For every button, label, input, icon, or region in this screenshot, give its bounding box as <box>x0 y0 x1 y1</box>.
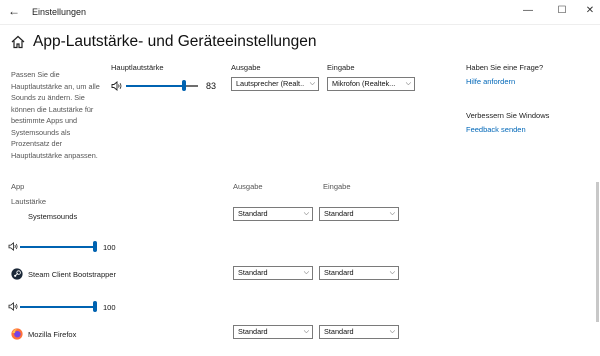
app-name-steam: Steam Client Bootstrapper <box>28 270 116 279</box>
input-device-label: Eingabe <box>327 63 355 72</box>
output-device-label: Ausgabe <box>231 63 261 72</box>
help-link[interactable]: Hilfe anfordern <box>466 76 515 87</box>
app-volume-fill <box>20 246 97 248</box>
chevron-down-icon: ⌵ <box>303 210 309 217</box>
steam-icon <box>11 268 23 280</box>
app-volume-fill <box>20 306 97 308</box>
minimize-icon[interactable]: — <box>518 3 538 19</box>
speaker-icon[interactable] <box>111 81 123 91</box>
scrollbar[interactable] <box>596 182 599 322</box>
app-volume-thumb[interactable] <box>93 301 97 312</box>
window-title: Einstellungen <box>32 7 87 17</box>
chevron-down-icon: ⌵ <box>303 328 309 335</box>
chevron-down-icon: ⌵ <box>405 80 411 87</box>
master-volume-slider[interactable] <box>126 80 198 92</box>
chevron-down-icon: ⌵ <box>309 80 315 87</box>
app-input-dropdown[interactable]: Standard ⌵ <box>319 325 399 339</box>
feedback-link[interactable]: Feedback senden <box>466 124 526 135</box>
speaker-icon[interactable] <box>8 242 19 251</box>
chevron-down-icon: ⌵ <box>389 328 395 335</box>
master-volume-label: Hauptlautstärke <box>111 63 164 72</box>
chevron-down-icon: ⌵ <box>303 269 309 276</box>
master-volume-thumb[interactable] <box>181 80 186 91</box>
app-output-dropdown[interactable]: Standard ⌵ <box>233 266 313 280</box>
close-icon[interactable]: ✕ <box>580 3 600 19</box>
app-output-dropdown[interactable]: Standard ⌵ <box>233 207 313 221</box>
app-name-systemsounds: Systemsounds <box>28 212 78 221</box>
improve-windows-heading: Verbessern Sie Windows <box>466 111 550 120</box>
app-volume-slider[interactable] <box>20 301 97 313</box>
help-question: Haben Sie eine Frage? <box>466 63 544 72</box>
output-device-dropdown[interactable]: Lautsprecher (Realt... ⌵ <box>231 77 319 91</box>
app-name-firefox: Mozilla Firefox <box>28 330 77 339</box>
back-arrow-icon[interactable]: ← <box>6 3 22 19</box>
column-app: App <box>11 182 25 191</box>
chevron-down-icon: ⌵ <box>389 269 395 276</box>
title-bar <box>0 0 600 25</box>
home-icon[interactable] <box>11 35 25 49</box>
app-volume-value: 100 <box>103 243 116 252</box>
column-output: Ausgabe <box>233 182 263 191</box>
column-volume: Lautstärke <box>11 197 47 206</box>
app-volume-value: 100 <box>103 303 116 312</box>
app-volume-slider[interactable] <box>20 241 97 253</box>
app-output-dropdown[interactable]: Standard ⌵ <box>233 325 313 339</box>
speaker-icon[interactable] <box>8 302 19 311</box>
page-title: App-Lautstärke- und Geräteeinstellungen <box>33 33 317 50</box>
page-description: Passen Sie die Hauptlautstärke an, um al… <box>11 70 100 160</box>
master-volume-value: 83 <box>206 81 217 91</box>
maximize-icon[interactable]: ☐ <box>552 3 572 19</box>
input-device-dropdown[interactable]: Mikrofon (Realtek... ⌵ <box>327 77 415 91</box>
chevron-down-icon: ⌵ <box>389 210 395 217</box>
app-volume-thumb[interactable] <box>93 241 97 252</box>
firefox-icon <box>11 328 23 340</box>
master-volume-fill <box>126 85 186 87</box>
column-input: Eingabe <box>323 182 351 191</box>
app-input-dropdown[interactable]: Standard ⌵ <box>319 266 399 280</box>
app-input-dropdown[interactable]: Standard ⌵ <box>319 207 399 221</box>
